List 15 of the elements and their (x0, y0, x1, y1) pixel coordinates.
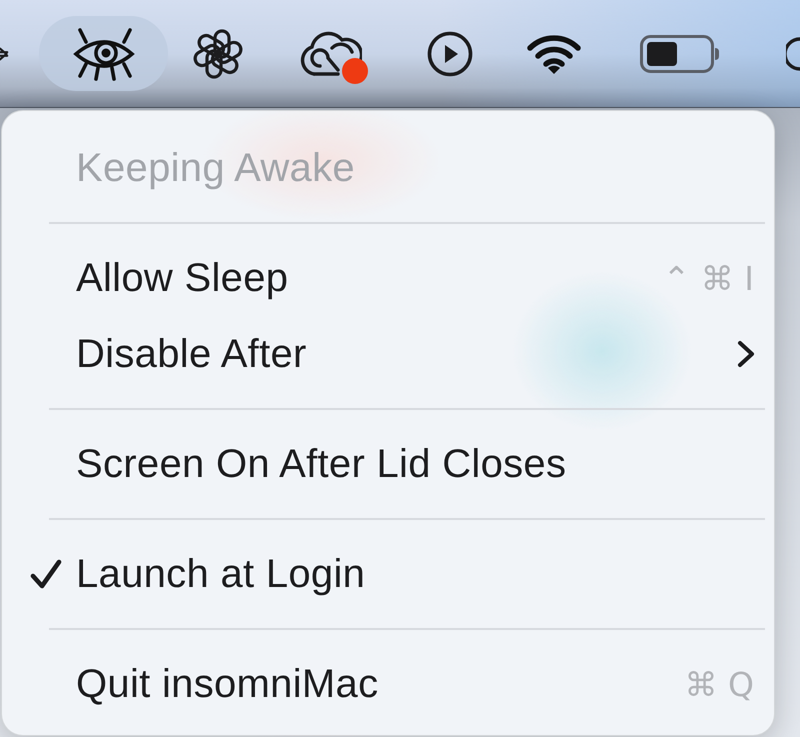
knot-icon[interactable] (191, 26, 245, 80)
play-icon[interactable] (427, 30, 473, 76)
cloud-icon[interactable] (298, 30, 362, 78)
menu-item[interactable]: Disable After (76, 332, 307, 376)
battery-icon[interactable] (640, 34, 720, 72)
keyboard-shortcut: ⌘ Q (684, 664, 754, 704)
menu-item[interactable]: Launch at Login (76, 552, 366, 596)
wifi-icon[interactable] (526, 32, 582, 74)
eye-icon[interactable] (72, 26, 136, 82)
ring-icon[interactable] (786, 36, 800, 70)
menu-item[interactable]: Screen On After Lid Closes (76, 442, 566, 486)
menu-header: Keeping Awake (76, 146, 355, 190)
keyboard-shortcut: ⌃ ⌘ I (662, 258, 754, 298)
menu-item[interactable]: Quit insomniMac (76, 662, 378, 706)
menu-item[interactable]: Allow Sleep (76, 256, 288, 300)
